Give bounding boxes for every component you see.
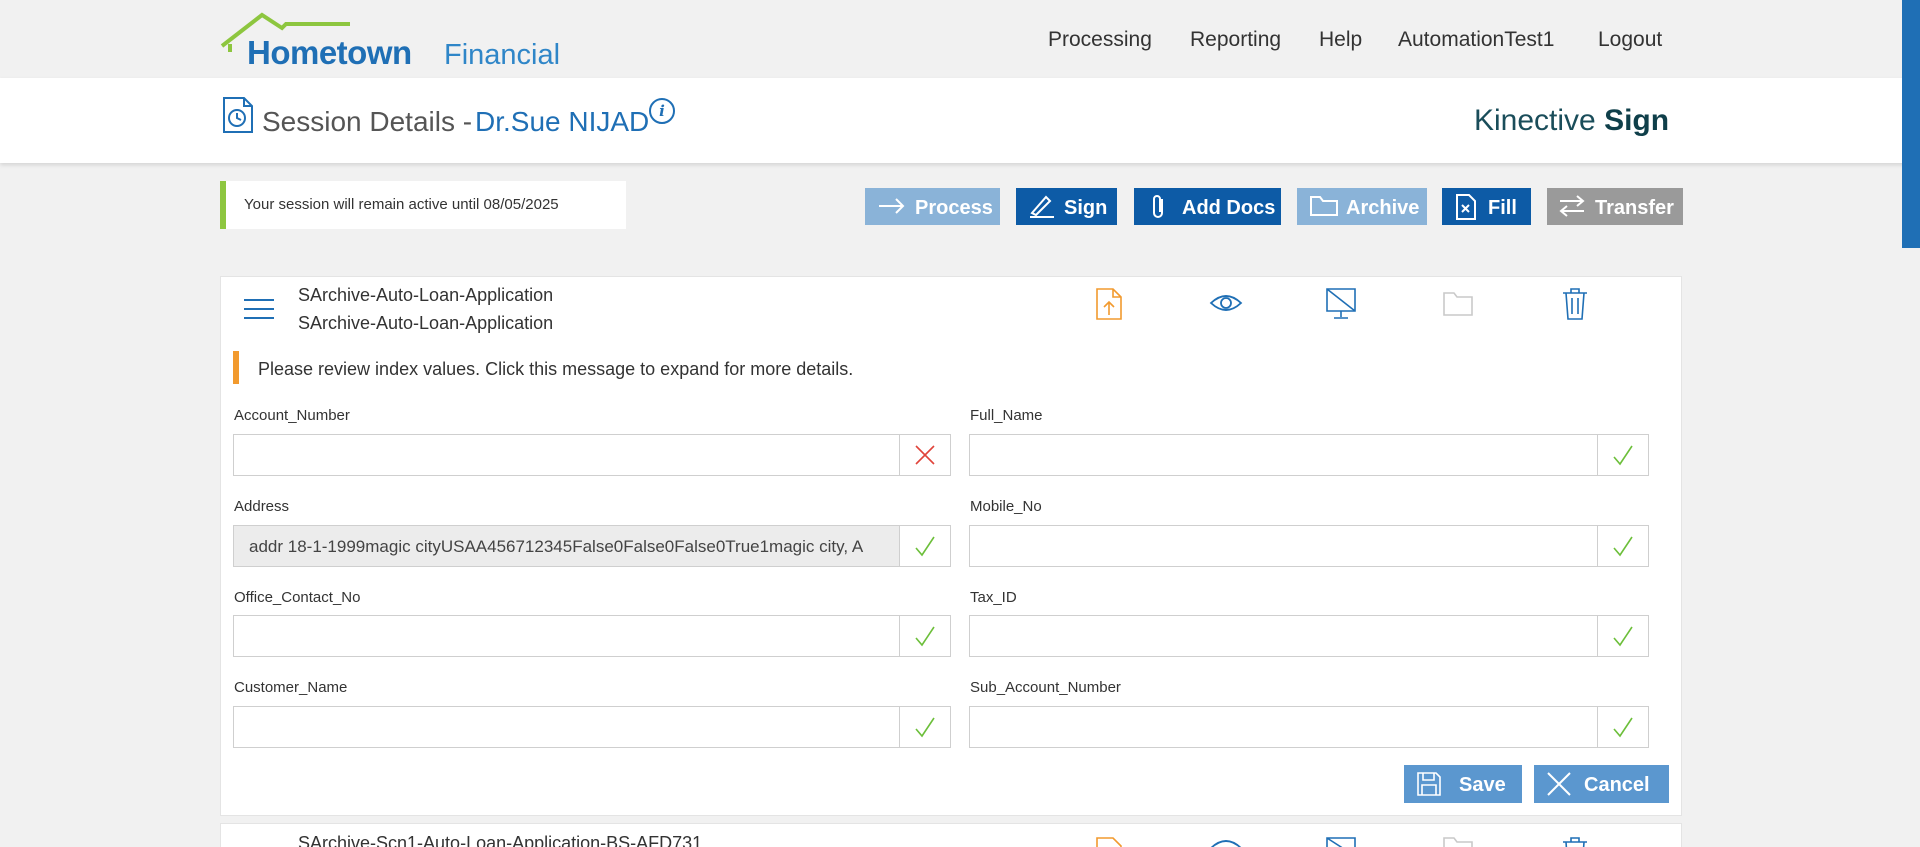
office-contact-no-status bbox=[899, 616, 950, 656]
page-scrollbar-thumb[interactable] bbox=[1902, 0, 1920, 248]
customer-name-label: Customer_Name bbox=[234, 679, 348, 696]
brand-light-text: Kinective bbox=[1474, 104, 1596, 137]
full-name-field[interactable] bbox=[969, 434, 1649, 476]
info-icon[interactable]: i bbox=[649, 98, 675, 124]
eye-preview-icon[interactable] bbox=[1209, 291, 1243, 315]
archive-button[interactable]: Archive bbox=[1297, 188, 1427, 225]
next-document-title: SArchive-Scn1-Auto-Loan-Application-BS-A… bbox=[298, 833, 703, 847]
transfer-arrows-icon bbox=[1559, 195, 1585, 217]
valid-check-icon bbox=[1613, 445, 1633, 466]
address-value: addr 18-1-1999magic cityUSAA456712345Fal… bbox=[249, 537, 864, 556]
office-contact-no-label: Office_Contact_No bbox=[234, 589, 361, 606]
mobile-no-field[interactable] bbox=[969, 525, 1649, 567]
pen-icon bbox=[1030, 195, 1054, 218]
document-card: SArchive-Auto-Loan-Application SArchive-… bbox=[220, 276, 1682, 816]
session-expiry-text: Your session will remain active until 08… bbox=[244, 196, 559, 213]
nav-logout[interactable]: Logout bbox=[1598, 28, 1662, 52]
folder-disabled-icon bbox=[1443, 292, 1473, 316]
folder-disabled-icon bbox=[1443, 837, 1473, 847]
screen-disabled-icon[interactable] bbox=[1325, 836, 1357, 847]
kinective-sign-brand: Kinective Sign bbox=[1474, 104, 1669, 138]
address-status bbox=[899, 526, 950, 566]
logo-sub-text: Financial bbox=[444, 39, 561, 71]
customer-name-status bbox=[899, 707, 950, 747]
brand-bold-text: Sign bbox=[1604, 104, 1670, 137]
nav-reporting[interactable]: Reporting bbox=[1190, 28, 1281, 52]
trash-icon[interactable] bbox=[1561, 836, 1589, 847]
address-label: Address bbox=[234, 498, 290, 515]
nav-help[interactable]: Help bbox=[1319, 28, 1362, 52]
screen-disabled-icon[interactable] bbox=[1325, 287, 1357, 321]
folder-icon bbox=[1310, 196, 1338, 216]
account-number-label: Account_Number bbox=[234, 407, 350, 424]
trash-icon[interactable] bbox=[1561, 287, 1589, 321]
document-title: SArchive-Auto-Loan-Application bbox=[298, 285, 554, 305]
sign-label: Sign bbox=[1064, 197, 1108, 219]
full-name-label: Full_Name bbox=[970, 407, 1043, 424]
fill-form-icon bbox=[1456, 194, 1476, 220]
tax-id-label: Tax_ID bbox=[970, 589, 1017, 606]
session-expiry-notice: Your session will remain active until 08… bbox=[220, 181, 626, 229]
account-number-status bbox=[899, 435, 950, 475]
upload-file-icon[interactable] bbox=[1095, 836, 1123, 847]
sub-account-number-label: Sub_Account_Number bbox=[970, 679, 1121, 696]
customer-name: Dr.Sue NIJAD bbox=[475, 106, 650, 137]
next-document-card: SArchive-Scn1-Auto-Loan-Application-BS-A… bbox=[220, 823, 1682, 847]
document-subtitle: SArchive-Auto-Loan-Application bbox=[298, 313, 554, 333]
customer-name-field[interactable] bbox=[233, 706, 951, 748]
account-number-field[interactable] bbox=[233, 434, 951, 476]
valid-check-icon bbox=[1613, 717, 1633, 738]
address-field[interactable]: addr 18-1-1999magic cityUSAA456712345Fal… bbox=[233, 525, 951, 567]
session-header: Session Details - Dr.Sue NIJAD i Kinecti… bbox=[0, 78, 1920, 163]
valid-check-icon bbox=[1613, 626, 1633, 647]
add-docs-button[interactable]: Add Docs bbox=[1134, 188, 1281, 225]
hamburger-menu-icon[interactable] bbox=[243, 297, 275, 321]
paperclip-icon bbox=[1153, 195, 1163, 218]
nav-processing[interactable]: Processing bbox=[1048, 28, 1152, 52]
mobile-no-status bbox=[1597, 526, 1648, 566]
save-label: Save bbox=[1459, 774, 1506, 796]
hometown-financial-logo[interactable]: Hometown Financial bbox=[220, 12, 560, 72]
mobile-no-label: Mobile_No bbox=[970, 498, 1042, 515]
fill-button[interactable]: Fill bbox=[1442, 188, 1531, 225]
valid-check-icon bbox=[915, 536, 935, 557]
cancel-label: Cancel bbox=[1584, 774, 1650, 796]
nav-user-account[interactable]: AutomationTest1 bbox=[1398, 28, 1554, 52]
tax-id-status bbox=[1597, 616, 1648, 656]
tax-id-field[interactable] bbox=[969, 615, 1649, 657]
cancel-button[interactable]: Cancel bbox=[1534, 765, 1669, 803]
full-name-status bbox=[1597, 435, 1648, 475]
valid-check-icon bbox=[915, 717, 935, 738]
valid-check-icon bbox=[1613, 536, 1633, 557]
add-docs-label: Add Docs bbox=[1182, 197, 1276, 219]
floppy-disk-icon bbox=[1417, 772, 1441, 796]
valid-check-icon bbox=[915, 626, 935, 647]
sub-account-number-status bbox=[1597, 707, 1648, 747]
session-history-icon bbox=[223, 97, 253, 133]
top-bar: Hometown Financial Processing Reporting … bbox=[0, 0, 1920, 78]
logo-main-text: Hometown bbox=[247, 34, 412, 71]
close-icon bbox=[1547, 772, 1571, 796]
arrow-right-icon bbox=[879, 198, 905, 214]
page-title: Session Details - bbox=[262, 106, 473, 137]
sub-account-number-field[interactable] bbox=[969, 706, 1649, 748]
sign-button[interactable]: Sign bbox=[1016, 188, 1117, 225]
upload-file-icon[interactable] bbox=[1095, 287, 1123, 321]
eye-preview-icon[interactable] bbox=[1209, 836, 1243, 847]
transfer-button[interactable]: Transfer bbox=[1547, 188, 1683, 225]
archive-label: Archive bbox=[1346, 197, 1420, 219]
invalid-x-icon bbox=[915, 445, 935, 465]
transfer-label: Transfer bbox=[1595, 197, 1674, 219]
office-contact-no-field[interactable] bbox=[233, 615, 951, 657]
review-index-message[interactable]: Please review index values. Click this m… bbox=[233, 351, 933, 384]
save-button[interactable]: Save bbox=[1404, 765, 1522, 803]
fill-label: Fill bbox=[1488, 197, 1517, 219]
process-label: Process bbox=[915, 197, 993, 219]
review-message-text: Please review index values. Click this m… bbox=[258, 359, 854, 379]
process-button[interactable]: Process bbox=[865, 188, 1000, 225]
